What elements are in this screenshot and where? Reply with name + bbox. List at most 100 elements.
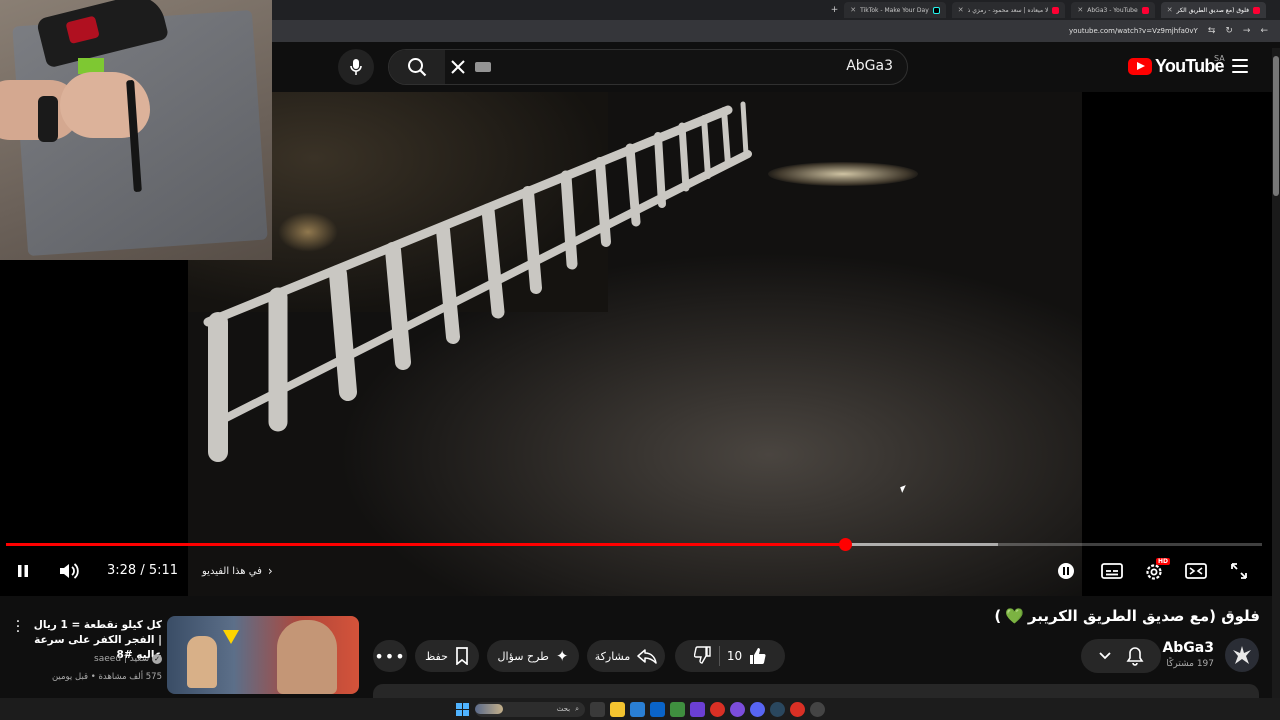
mic-icon <box>350 59 362 75</box>
search-icon: ⌕ <box>575 704 579 713</box>
played-bar <box>6 543 845 546</box>
description-box[interactable] <box>373 684 1259 698</box>
scrollbar-thumb[interactable] <box>1273 56 1279 196</box>
save-label: حفظ <box>425 649 448 663</box>
progress-bar[interactable] <box>6 538 1262 551</box>
close-icon[interactable]: ✕ <box>850 6 856 14</box>
fullscreen-button[interactable] <box>1228 560 1250 582</box>
youtube-play-icon <box>1128 58 1152 75</box>
video-title-close: ) <box>994 607 1002 625</box>
subscription-bell-button[interactable] <box>1081 639 1161 673</box>
bell-icon <box>1126 647 1144 666</box>
new-tab-button[interactable]: + <box>831 5 839 15</box>
youtube-favicon-icon <box>1253 6 1260 14</box>
chrome-icon[interactable] <box>710 701 725 717</box>
channel-logo-icon <box>1233 646 1251 664</box>
close-icon[interactable]: ✕ <box>1077 6 1083 14</box>
photos-icon[interactable] <box>670 701 685 717</box>
taskbar-search-placeholder: بحث <box>556 705 571 713</box>
close-icon[interactable]: ✕ <box>958 6 964 14</box>
tab-tiktok[interactable]: TikTok - Make Your Day ✕ <box>844 2 946 18</box>
steam-icon[interactable] <box>770 701 785 717</box>
player-controls: 3:28 / 5:11 في هذا الفيديو › HD <box>0 556 1272 586</box>
fullscreen-icon <box>1231 563 1247 579</box>
pause-button[interactable] <box>12 560 34 582</box>
page-scrollbar[interactable] <box>1272 48 1280 698</box>
pause-icon <box>18 565 28 577</box>
tiktok-icon <box>932 6 940 14</box>
share-label: مشاركة <box>594 649 631 663</box>
subscriber-count: 197 مشتركًا <box>1166 659 1214 669</box>
tab-current-video[interactable]: فلوق (مع صديق الطريق الكر ✕ <box>1160 2 1266 18</box>
reload-icon[interactable]: ↻ <box>1225 26 1233 36</box>
chrome-profile-icon[interactable] <box>790 701 805 717</box>
thumbnail-person <box>277 620 337 694</box>
subtitles-icon <box>1101 563 1123 579</box>
copilot-icon[interactable] <box>730 701 745 717</box>
youtube-favicon-icon <box>1141 6 1149 14</box>
outlook-icon[interactable] <box>650 701 665 717</box>
scrubber-handle[interactable] <box>839 538 852 551</box>
video-info-area: فلوق (مع صديق الطريق الكريبر 💚 ) AbGa3 1… <box>0 596 1272 698</box>
taskview-icon[interactable] <box>590 701 605 717</box>
keyboard-icon[interactable] <box>475 62 491 72</box>
clear-search-button[interactable] <box>449 58 467 76</box>
recommended-channel[interactable]: ✓ سعيد | saeed <box>30 654 162 664</box>
green-heart-icon: 💚 <box>1005 607 1024 625</box>
mute-button[interactable] <box>56 560 82 582</box>
search-button[interactable] <box>389 50 445 84</box>
search-box[interactable]: AbGa3 <box>388 49 908 85</box>
url-text[interactable]: youtube.com/watch?v=Vz9mjhfa0vY <box>1069 27 1198 35</box>
youtube-logo[interactable]: YouTube <box>1128 56 1225 77</box>
search-highlight-art <box>475 704 503 714</box>
share-icon <box>637 649 658 664</box>
tab-label: TikTok - Make Your Day <box>860 6 929 14</box>
like-dislike-group: 10 <box>675 640 785 672</box>
windows-start-icon[interactable] <box>455 702 470 717</box>
close-icon[interactable]: ✕ <box>1167 6 1173 14</box>
store-icon[interactable] <box>630 701 645 717</box>
share-button[interactable]: مشاركة <box>587 640 665 672</box>
channel-name[interactable]: AbGa3 <box>1162 640 1214 656</box>
save-button[interactable]: حفظ <box>415 640 479 672</box>
chevron-right-icon: › <box>267 564 273 578</box>
theater-icon <box>1185 563 1207 579</box>
channel-avatar[interactable] <box>1225 638 1259 672</box>
bookmark-icon <box>456 647 468 665</box>
ask-label: طرح سؤال <box>497 649 549 663</box>
tab-channel[interactable]: AbGa3 - YouTube ✕ <box>1071 2 1155 18</box>
back-icon[interactable]: ← <box>1260 26 1268 36</box>
hd-badge: HD <box>1156 558 1171 565</box>
taskbar-search[interactable]: ⌕ بحث <box>475 701 585 717</box>
more-actions-button[interactable]: ••• <box>373 640 407 672</box>
subtitles-button[interactable] <box>1100 560 1124 582</box>
tab-label: فلوق (مع صديق الطريق الكر <box>1176 6 1249 14</box>
settings-button[interactable]: HD <box>1142 558 1171 582</box>
ask-button[interactable]: ✦ طرح سؤال <box>487 640 579 672</box>
like-button[interactable]: 10 <box>727 647 766 665</box>
recommended-meta: 575 ألف مشاهدة • قبل يومين <box>51 672 162 682</box>
search-input[interactable]: AbGa3 <box>846 58 893 74</box>
address-bar: youtube.com/watch?v=Vz9mjhfa0vY ⇆ ↻ → ← <box>272 20 1280 42</box>
dislike-button[interactable] <box>693 645 712 667</box>
gaming-icon[interactable] <box>690 701 705 717</box>
time-display: 3:28 / 5:11 <box>107 563 179 578</box>
forward-icon[interactable]: → <box>1243 26 1251 36</box>
theater-mode-button[interactable] <box>1184 560 1208 582</box>
search-icon <box>408 58 427 77</box>
file-explorer-icon[interactable] <box>610 701 625 717</box>
hamburger-menu-icon[interactable] <box>1232 59 1248 73</box>
autoplay-toggle[interactable] <box>1056 560 1076 582</box>
tab-song[interactable]: لا ميعاده | سعد محمود - رمزي ذ ✕ <box>951 2 1066 18</box>
chapter-button[interactable]: في هذا الفيديو › <box>202 564 273 578</box>
more-vert-icon[interactable]: · · · <box>12 615 24 639</box>
sparkle-icon: ✦ <box>555 647 569 665</box>
discord-icon[interactable] <box>750 701 765 717</box>
country-code: SA <box>1214 54 1225 63</box>
tune-icon[interactable]: ⇆ <box>1208 26 1216 36</box>
video-frame <box>188 92 1082 596</box>
voice-search-button[interactable] <box>338 49 374 85</box>
recommended-video-thumbnail[interactable] <box>167 616 359 694</box>
chapter-label: في هذا الفيديو <box>202 565 262 577</box>
obs-icon[interactable] <box>810 701 825 717</box>
